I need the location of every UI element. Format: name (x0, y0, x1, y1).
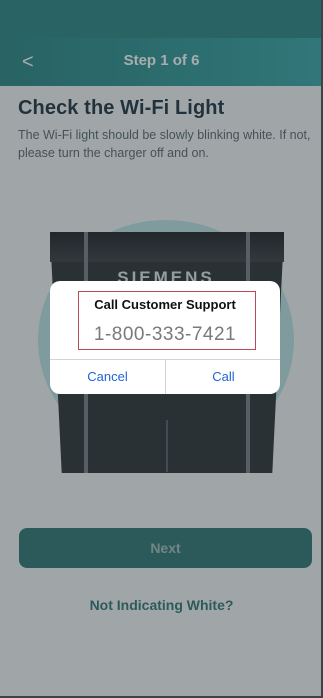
cancel-button[interactable]: Cancel (50, 359, 165, 394)
call-button[interactable]: Call (166, 359, 280, 394)
app-screen: < Step 1 of 6 Check the Wi-Fi Light The … (0, 0, 323, 698)
support-phone-number: 1-800-333-7421 (93, 324, 237, 345)
dialog-title: Call Customer Support (94, 297, 236, 312)
call-support-dialog: Call Customer Support 1-800-333-7421 Can… (50, 281, 280, 394)
